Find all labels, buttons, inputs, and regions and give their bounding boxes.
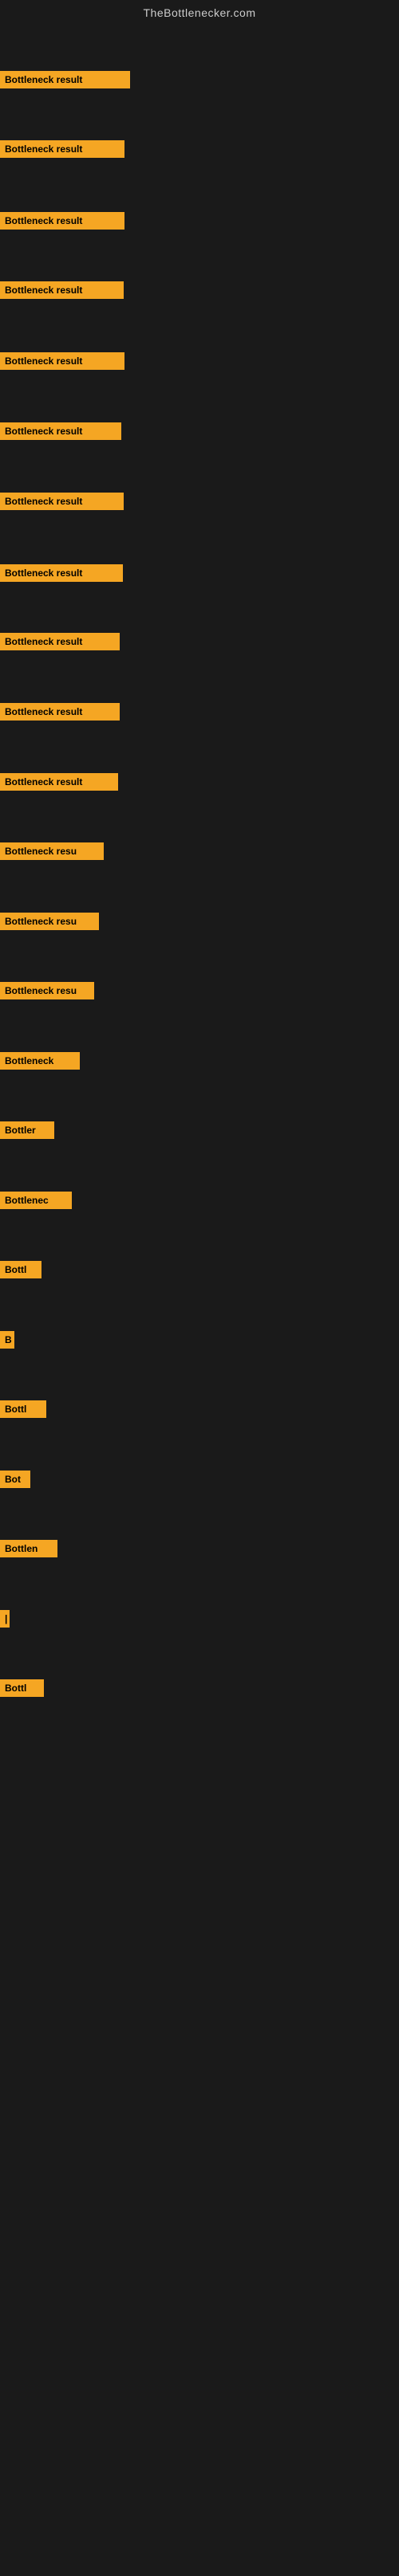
bottleneck-bar-18: Bottl	[0, 1261, 41, 1278]
bottleneck-bar-15: Bottleneck	[0, 1052, 80, 1070]
bottleneck-bar-20: Bottl	[0, 1400, 46, 1418]
bottleneck-bar-3: Bottleneck result	[0, 212, 124, 230]
bottleneck-bar-8: Bottleneck result	[0, 564, 123, 582]
bottleneck-bar-13: Bottleneck resu	[0, 913, 99, 930]
bottleneck-bar-14: Bottleneck resu	[0, 982, 94, 999]
bottleneck-bar-23: |	[0, 1610, 10, 1628]
bottleneck-bar-7: Bottleneck result	[0, 493, 124, 510]
bottleneck-bar-2: Bottleneck result	[0, 140, 124, 158]
bottleneck-bar-16: Bottler	[0, 1121, 54, 1139]
bottleneck-bar-11: Bottleneck result	[0, 773, 118, 791]
bottleneck-bar-6: Bottleneck result	[0, 422, 121, 440]
bottleneck-bar-21: Bot	[0, 1471, 30, 1488]
bottleneck-bar-24: Bottl	[0, 1679, 44, 1697]
bottleneck-bar-4: Bottleneck result	[0, 281, 124, 299]
bottleneck-bar-9: Bottleneck result	[0, 633, 120, 650]
bottleneck-bar-22: Bottlen	[0, 1540, 57, 1557]
site-title: TheBottlenecker.com	[0, 0, 399, 26]
bottleneck-bar-1: Bottleneck result	[0, 71, 130, 88]
bottleneck-bar-17: Bottlenec	[0, 1192, 72, 1209]
bottleneck-bar-5: Bottleneck result	[0, 352, 124, 370]
bottleneck-bar-10: Bottleneck result	[0, 703, 120, 721]
bottleneck-bar-19: B	[0, 1331, 14, 1349]
bottleneck-bar-12: Bottleneck resu	[0, 842, 104, 860]
